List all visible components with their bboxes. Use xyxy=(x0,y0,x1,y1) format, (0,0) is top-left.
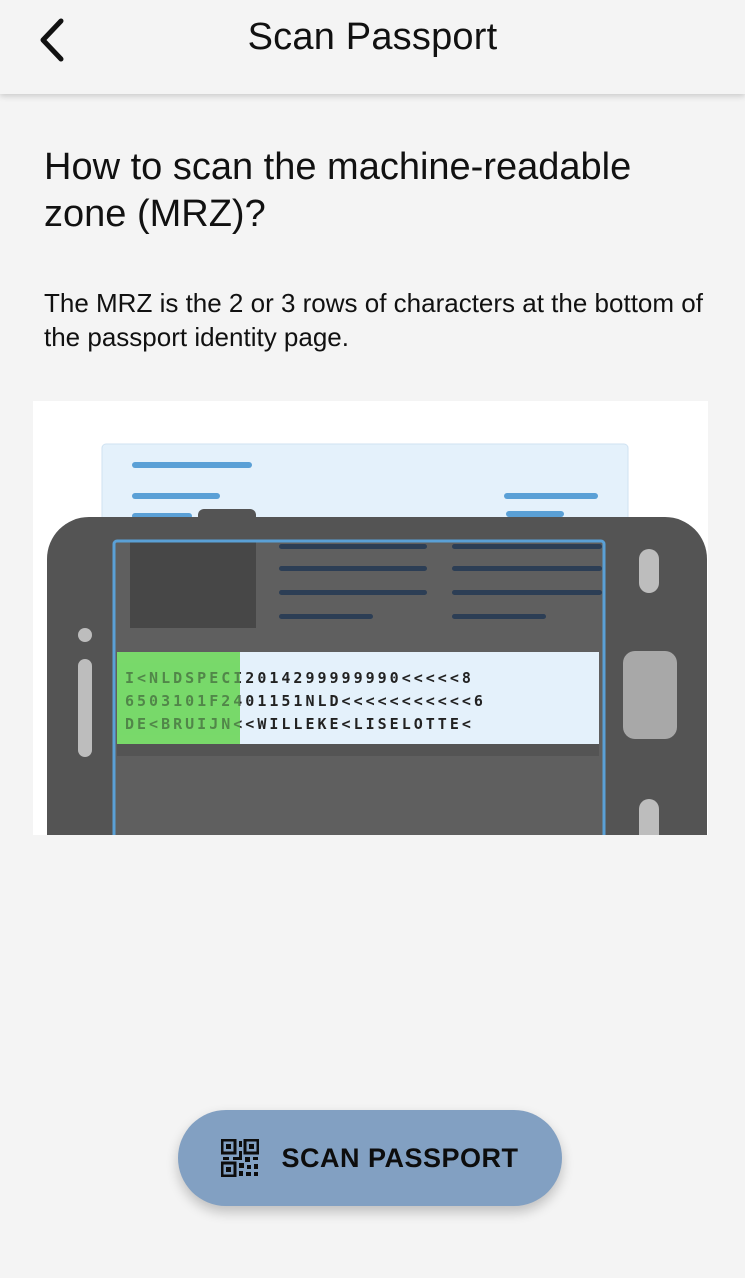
top-bar: Scan Passport xyxy=(0,0,745,94)
scan-passport-label: SCAN PASSPORT xyxy=(281,1142,519,1173)
qr-code-icon xyxy=(221,1139,260,1177)
mrz-scan-illustration: I<NLDSPECI2014299999990<<<<<8 6503101F24… xyxy=(33,401,708,835)
instruction-description: The MRZ is the 2 or 3 rows of characters… xyxy=(44,288,703,352)
page-title: Scan Passport xyxy=(247,16,498,58)
instruction-heading: How to scan the machine-readable zone (M… xyxy=(44,146,632,235)
scan-passport-button[interactable]: SCAN PASSPORT xyxy=(178,1110,562,1206)
phone-scanning-passport-graphic: I<NLDSPECI2014299999990<<<<<8 6503101F24… xyxy=(47,443,707,835)
